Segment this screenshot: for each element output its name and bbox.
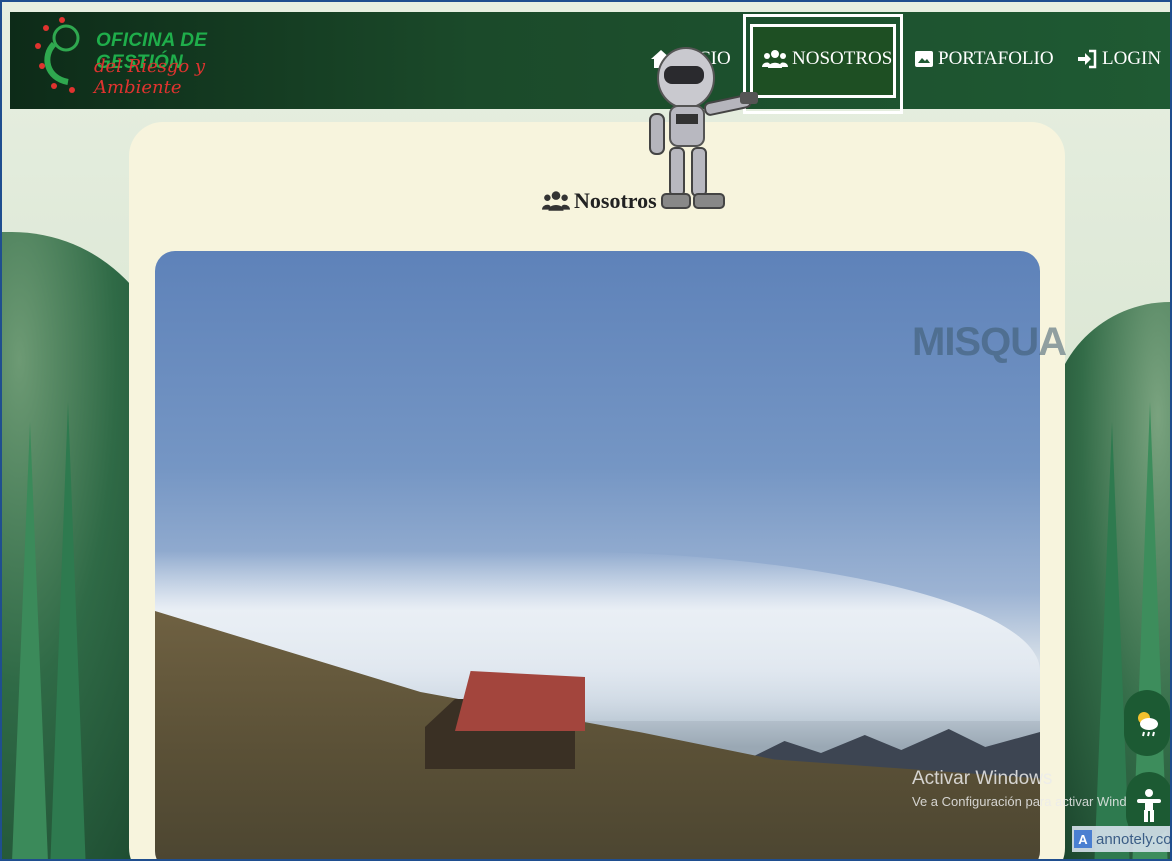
os-activation-title: Activar Windows [912,768,1053,789]
weather-button[interactable] [1124,690,1170,756]
image-gallery-icon [915,51,933,67]
users-icon [542,191,570,211]
sign-in-icon [1078,49,1097,69]
annotely-logo-icon: A [1074,830,1092,848]
nav-portafolio[interactable]: PORTAFOLIO [914,44,1054,74]
brand-emblem-icon [35,17,80,93]
users-icon [762,50,788,68]
brand-logo[interactable]: OFICINA DE GESTIÓN del Riesgo y Ambiente [32,16,252,104]
os-activation-notice: Activar Windows Ve a Configuración para … [912,768,1153,809]
photo-hut-roof [455,671,585,731]
site-header: OFICINA DE GESTIÓN del Riesgo y Ambiente… [10,12,1170,114]
weather-icon [1138,712,1158,737]
leaf-blade-decoration [12,422,48,859]
misqua-watermark: MISQUA [912,320,1067,364]
page-frame: OFICINA DE GESTIÓN del Riesgo y Ambiente… [0,0,1172,861]
annotely-badge[interactable]: A annotely.com [1072,826,1172,852]
nav-login-label: LOGIN [1102,48,1162,69]
nav-nosotros[interactable]: NOSOTROS [762,44,892,74]
leaf-blade-decoration [50,402,86,859]
annotely-label: annotely.com [1096,830,1172,848]
brand-subtitle: del Riesgo y Ambiente [94,56,206,98]
landscape-photo [155,251,1040,859]
os-activation-subtitle: Ve a Configuración para activar Windows. [912,794,1154,809]
nav-portafolio-label: PORTAFOLIO [938,48,1054,69]
accessibility-icon [1137,789,1161,822]
nav-nosotros-label: NOSOTROS [792,48,893,69]
robot-mascot [649,47,758,209]
nav-login[interactable]: LOGIN [1076,44,1161,74]
